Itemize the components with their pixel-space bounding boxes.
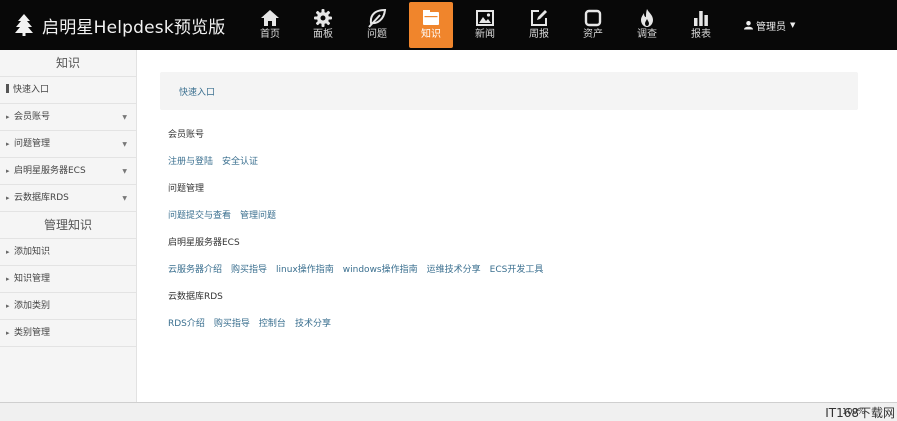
tree-icon — [15, 14, 33, 36]
sidebar-item-label: 快速入口 — [13, 85, 50, 95]
link-rds-intro[interactable]: RDS介绍 — [168, 319, 205, 329]
sidebar-item-label: 知识管理 — [14, 274, 51, 284]
nav-issues-label: 问题 — [367, 29, 387, 40]
caret-down-icon: ▼ — [122, 168, 127, 175]
sidebar-item-add-knowledge[interactable]: ▸ 添加知识 — [0, 239, 136, 266]
triangle-right-icon: ▸ — [6, 140, 10, 148]
triangle-right-icon: ▸ — [6, 275, 10, 283]
sidebar-item-label: 添加知识 — [14, 247, 51, 257]
section-title: 启明星服务器ECS — [168, 238, 240, 248]
section-title: 云数据库RDS — [168, 292, 223, 302]
sidebar-heading-knowledge: 知识 — [0, 50, 136, 77]
triangle-right-icon: ▸ — [6, 329, 10, 337]
nav-knowledge[interactable]: 知识 — [409, 2, 453, 48]
nav-survey[interactable]: 调查 — [625, 2, 669, 48]
link-ecs-intro[interactable]: 云服务器介绍 — [168, 265, 222, 275]
user-icon — [744, 20, 753, 30]
nav-news[interactable]: 新闻 — [463, 2, 507, 48]
nav-panel-label: 面板 — [313, 29, 333, 40]
link-register-login[interactable]: 注册与登陆 — [168, 157, 213, 167]
browser-status-bar: 100% IT168下载网 — [0, 402, 897, 421]
bar-bullet-icon — [6, 84, 9, 93]
sidebar-item-member-account[interactable]: ▸ 会员账号 ▼ — [0, 104, 136, 131]
nav-assets-label: 资产 — [583, 29, 603, 40]
sidebar: 知识 快速入口 ▸ 会员账号 ▼ ▸ 问题管理 ▼ ▸ 启明星服务器ECS ▼ ▸ 云数… — [0, 50, 137, 402]
folder-icon — [423, 10, 439, 25]
link-ecs-dev-tools[interactable]: ECS开发工具 — [490, 265, 544, 275]
bar-chart-icon — [694, 11, 708, 26]
sidebar-item-label: 启明星服务器ECS — [14, 166, 86, 176]
user-menu[interactable]: 管理员 ▼ — [744, 17, 795, 33]
stop-icon — [584, 9, 602, 27]
sidebar-item-quick-entry[interactable]: 快速入口 — [0, 77, 136, 104]
sidebar-item-label: 添加类别 — [14, 301, 51, 311]
section-title: 会员账号 — [168, 130, 205, 140]
leaf-icon — [368, 8, 387, 28]
nav-survey-label: 调查 — [637, 29, 657, 40]
section-rds: 云数据库RDS RDS介绍 购买指导 控制台 技术分享 — [168, 289, 340, 330]
sidebar-item-add-category[interactable]: ▸ 添加类别 — [0, 293, 136, 320]
section-member-account: 会员账号 注册与登陆 安全认证 — [168, 127, 267, 168]
link-windows-guide[interactable]: windows操作指南 — [343, 265, 418, 275]
quick-entry-panel: 快速入口 — [160, 72, 858, 110]
nav-weekly-label: 周报 — [529, 29, 549, 40]
sidebar-item-category-management[interactable]: ▸ 类别管理 — [0, 320, 136, 347]
triangle-right-icon: ▸ — [6, 302, 10, 310]
nav-news-label: 新闻 — [475, 29, 495, 40]
section-title: 问题管理 — [168, 184, 205, 194]
main-content: 快速入口 会员账号 注册与登陆 安全认证 问题管理 问题提交与查看 管理问题 启明星… — [137, 50, 897, 402]
link-console[interactable]: 控制台 — [259, 319, 286, 329]
sidebar-item-ecs[interactable]: ▸ 启明星服务器ECS ▼ — [0, 158, 136, 185]
link-ecs-purchase-guide[interactable]: 购买指导 — [231, 265, 267, 275]
caret-down-icon: ▼ — [122, 195, 127, 202]
nav-reports[interactable]: 报表 — [679, 2, 723, 48]
fire-icon — [641, 9, 653, 27]
link-ops-sharing[interactable]: 运维技术分享 — [427, 265, 481, 275]
quick-entry-link[interactable]: 快速入口 — [179, 85, 215, 98]
nav-issues[interactable]: 问题 — [355, 2, 399, 48]
link-manage-issue[interactable]: 管理问题 — [240, 211, 276, 221]
link-submit-view-issue[interactable]: 问题提交与查看 — [168, 211, 231, 221]
caret-down-icon: ▼ — [122, 114, 127, 121]
sidebar-item-rds[interactable]: ▸ 云数据库RDS ▼ — [0, 185, 136, 212]
sidebar-item-label: 问题管理 — [14, 139, 51, 149]
nav-panel[interactable]: 面板 — [301, 2, 345, 48]
nav-weekly[interactable]: 周报 — [517, 2, 561, 48]
section-ecs: 启明星服务器ECS 云服务器介绍 购买指导 linux操作指南 windows操作指南… — [168, 235, 552, 276]
section-issue-management: 问题管理 问题提交与查看 管理问题 — [168, 181, 285, 222]
triangle-right-icon: ▸ — [6, 167, 10, 175]
sidebar-item-label: 会员账号 — [14, 112, 51, 122]
sidebar-item-knowledge-management[interactable]: ▸ 知识管理 — [0, 266, 136, 293]
nav-reports-label: 报表 — [691, 29, 711, 40]
triangle-right-icon: ▸ — [6, 113, 10, 121]
picture-icon — [476, 10, 494, 26]
link-rds-purchase-guide[interactable]: 购买指导 — [214, 319, 250, 329]
sidebar-item-issue-management[interactable]: ▸ 问题管理 ▼ — [0, 131, 136, 158]
brand-title: 启明星Helpdesk预览版 — [42, 17, 226, 38]
sidebar-item-label: 云数据库RDS — [14, 193, 69, 203]
edit-icon — [531, 10, 547, 26]
nav-home-label: 首页 — [260, 29, 280, 40]
gear-icon — [314, 9, 332, 27]
triangle-right-icon: ▸ — [6, 248, 10, 256]
watermark: IT168下载网 — [825, 406, 895, 420]
nav-home[interactable]: 首页 — [248, 2, 292, 48]
nav-assets[interactable]: 资产 — [571, 2, 615, 48]
caret-down-icon: ▼ — [122, 141, 127, 148]
triangle-right-icon: ▸ — [6, 194, 10, 202]
sidebar-heading-manage-knowledge: 管理知识 — [0, 212, 136, 239]
user-name: 管理员 — [756, 21, 786, 33]
link-tech-sharing[interactable]: 技术分享 — [295, 319, 331, 329]
sidebar-item-label: 类别管理 — [14, 328, 51, 338]
home-icon — [261, 10, 279, 26]
link-security-auth[interactable]: 安全认证 — [222, 157, 258, 167]
top-navbar: 启明星Helpdesk预览版 首页 面板 问题 知识 新闻 周报 资产 调查 报… — [0, 0, 897, 50]
link-linux-guide[interactable]: linux操作指南 — [276, 265, 334, 275]
brand[interactable]: 启明星Helpdesk预览版 — [14, 11, 226, 39]
caret-down-icon: ▼ — [790, 21, 796, 29]
nav-knowledge-label: 知识 — [421, 29, 441, 40]
